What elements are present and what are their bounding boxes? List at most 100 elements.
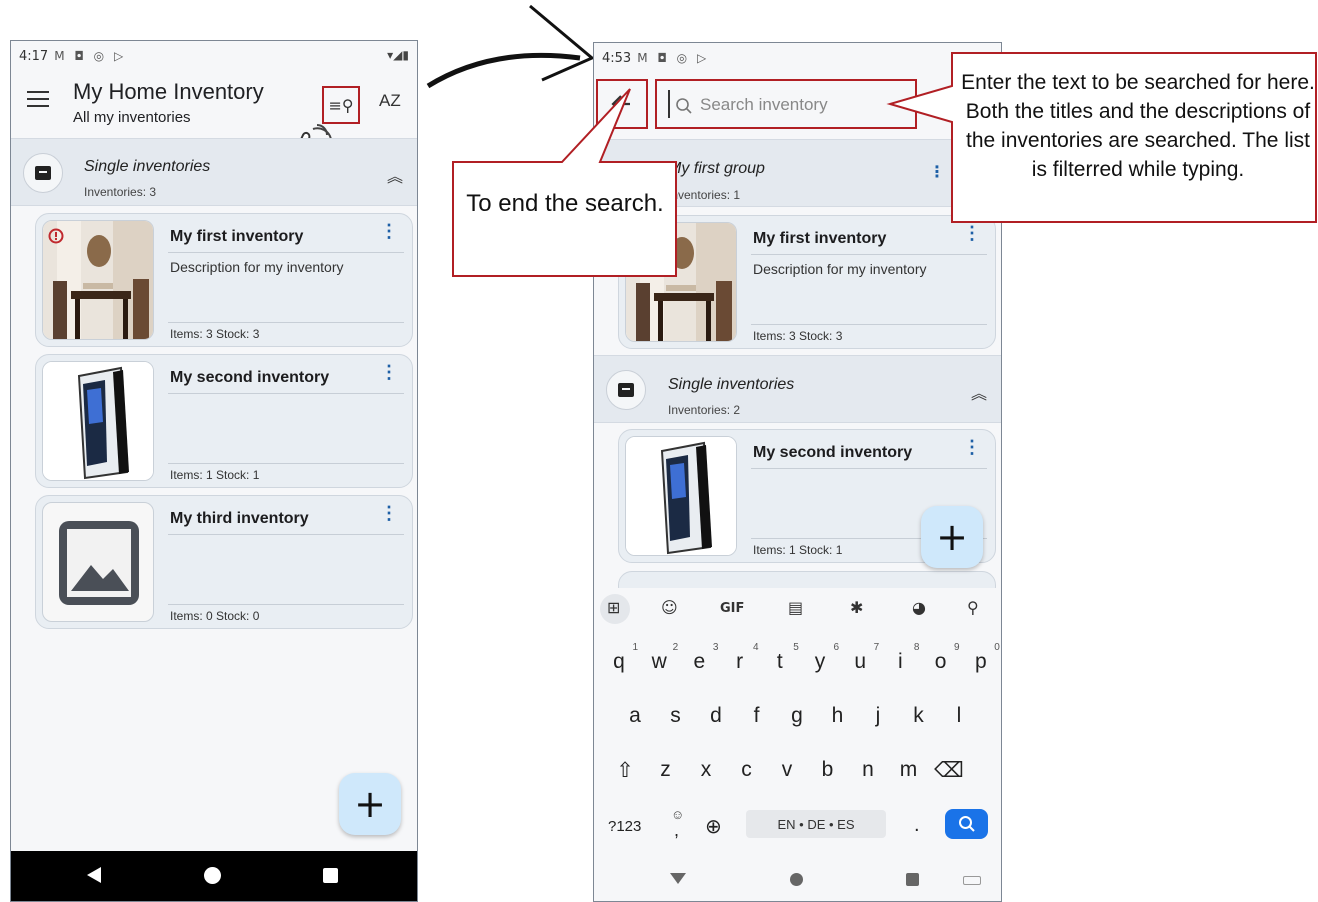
kb-key-r[interactable]: r4 (725, 642, 759, 674)
card-divider (751, 254, 987, 255)
kb-key-v[interactable]: v (772, 758, 802, 782)
card-divider (168, 463, 404, 464)
kb-key-l[interactable]: l (944, 704, 974, 728)
nav-home-icon[interactable] (790, 873, 803, 886)
kb-switch-icon[interactable] (963, 876, 981, 885)
kb-key-c[interactable]: c (732, 758, 762, 782)
group-count: Inventories: 3 (84, 185, 157, 199)
kb-key-i[interactable]: i8 (885, 642, 919, 674)
group-count: Inventories: 1 (668, 188, 741, 202)
kb-gif-button[interactable]: GIF (720, 601, 744, 616)
kb-key-d[interactable]: d (701, 704, 731, 728)
kb-settings-icon[interactable]: ✱ (850, 598, 863, 617)
kb-key-hint: 3 (712, 642, 719, 653)
kb-key-x[interactable]: x (691, 758, 721, 782)
kb-apps-icon[interactable]: ⊞ (607, 598, 620, 617)
add-inventory-button[interactable]: + (339, 773, 401, 835)
hamburger-menu-icon[interactable] (27, 91, 49, 109)
kb-space-bar[interactable]: EN • DE • ES (746, 810, 886, 838)
kb-globe-icon[interactable]: ⊕ (705, 814, 722, 838)
kb-shift-icon[interactable]: ⇧ (610, 758, 640, 782)
kb-key-m[interactable]: m (894, 758, 924, 782)
kb-key-n[interactable]: n (853, 758, 883, 782)
search-list-icon: ≡⚲ (328, 95, 354, 115)
search-field[interactable]: Search inventory (655, 79, 917, 129)
kb-key-k[interactable]: k (904, 704, 934, 728)
kb-sticker-icon[interactable]: ☺ (661, 598, 678, 617)
more-options-icon[interactable]: ⋮ (963, 438, 981, 456)
kb-key-g[interactable]: g (782, 704, 812, 728)
kb-key-f[interactable]: f (742, 704, 772, 728)
inventory-card[interactable]: My second inventory Items: 1 Stock: 1 ⋮ (35, 354, 413, 488)
left-phone-screen: 4:17 M ◘ ◎ ▷ ▾◢▮ My Home Inventory All m… (10, 40, 418, 902)
nav-recents-icon[interactable] (906, 873, 919, 886)
notification-icons: M ◘ ◎ ▷ (54, 49, 127, 63)
kb-key-t[interactable]: t5 (765, 642, 799, 674)
kb-key-u[interactable]: u7 (845, 642, 879, 674)
kb-key-q[interactable]: q1 (604, 642, 638, 674)
status-time: 4:17 (19, 48, 49, 64)
nav-back-icon[interactable] (87, 867, 101, 883)
kb-key-p[interactable]: p0 (966, 642, 1000, 674)
search-placeholder: Search inventory (700, 95, 828, 114)
group-header-single[interactable]: Single inventories Inventories: 2 ︽ (594, 355, 1001, 423)
kb-key-z[interactable]: z (651, 758, 681, 782)
card-title: My second inventory (753, 444, 913, 461)
placeholder-image-icon (42, 502, 154, 622)
kb-key-s[interactable]: s (661, 704, 691, 728)
callout-search-help-text: Enter the text to be searched for here. … (961, 71, 1315, 181)
kb-key-e[interactable]: e3 (684, 642, 719, 674)
kb-key-o[interactable]: o9 (926, 642, 960, 674)
card-meta: Items: 3 Stock: 3 (753, 329, 843, 343)
status-time: 4:53 (602, 50, 632, 66)
card-description: Description for my inventory (170, 259, 344, 275)
card-meta: Items: 3 Stock: 3 (170, 327, 260, 341)
nav-recents-icon[interactable] (323, 868, 338, 883)
kb-key-b[interactable]: b (813, 758, 843, 782)
notification-icons: M ◘ ◎ ▷ (637, 51, 710, 65)
sort-az-button[interactable]: AZ (379, 91, 401, 111)
kb-key-hint: 2 (672, 642, 679, 653)
app-title: My Home Inventory (73, 79, 264, 104)
inventory-card[interactable]: My first inventory Description for my in… (35, 213, 413, 347)
kb-key-a[interactable]: a (620, 704, 650, 728)
kb-key-h[interactable]: h (823, 704, 853, 728)
kb-key-hint: 4 (753, 642, 759, 653)
card-divider (168, 534, 404, 535)
system-nav-bar (11, 851, 417, 901)
kb-key-j[interactable]: j (863, 704, 893, 728)
card-divider (751, 324, 987, 325)
callout-end-search-text: To end the search. (466, 190, 664, 217)
add-inventory-button[interactable]: + (921, 506, 983, 568)
kb-comma-key[interactable]: , (674, 820, 679, 841)
kb-period-key[interactable]: . (914, 814, 920, 837)
collapse-chevron-icon[interactable]: ︽ (971, 380, 987, 404)
card-divider (751, 468, 987, 469)
card-divider (168, 393, 404, 394)
card-divider (168, 252, 404, 253)
kb-hide-icon[interactable] (670, 873, 686, 884)
callout-end-search (452, 88, 677, 277)
kb-clipboard-icon[interactable]: ▤ (788, 598, 803, 617)
kb-key-y[interactable]: y6 (805, 642, 839, 674)
kb-key-hint: 7 (873, 642, 880, 653)
more-options-icon[interactable]: ⋮ (380, 363, 398, 381)
kb-key-w[interactable]: w2 (644, 642, 679, 674)
warning-badge-icon (48, 228, 64, 244)
kb-search-key[interactable] (945, 809, 988, 839)
collapse-chevron-icon[interactable]: ︽ (387, 163, 403, 187)
card-description: Description for my inventory (753, 261, 927, 277)
kb-symbols-key[interactable]: ?123 (608, 818, 641, 835)
inventory-card[interactable]: My third inventory Items: 0 Stock: 0 ⋮ (35, 495, 413, 629)
group-header-single[interactable]: Single inventories Inventories: 3 ︽ (11, 138, 417, 206)
more-options-icon[interactable]: ⋮ (380, 222, 398, 240)
kb-mic-icon[interactable]: ⚲ (967, 598, 979, 617)
more-options-icon[interactable]: ⋮ (380, 504, 398, 522)
soft-keyboard: ⊞ ☺ GIF ▤ ✱ ◕ ⚲ q1w2e3r4t5y6u7i8o9p0 asd… (594, 588, 1001, 901)
group-count: Inventories: 2 (668, 403, 741, 417)
kb-backspace-icon[interactable]: ⌫ (934, 758, 964, 782)
kb-theme-icon[interactable]: ◕ (912, 598, 926, 617)
nav-home-icon[interactable] (204, 867, 221, 884)
kb-key-hint: 8 (913, 642, 920, 653)
more-options-icon[interactable]: ⋮ (963, 224, 981, 242)
